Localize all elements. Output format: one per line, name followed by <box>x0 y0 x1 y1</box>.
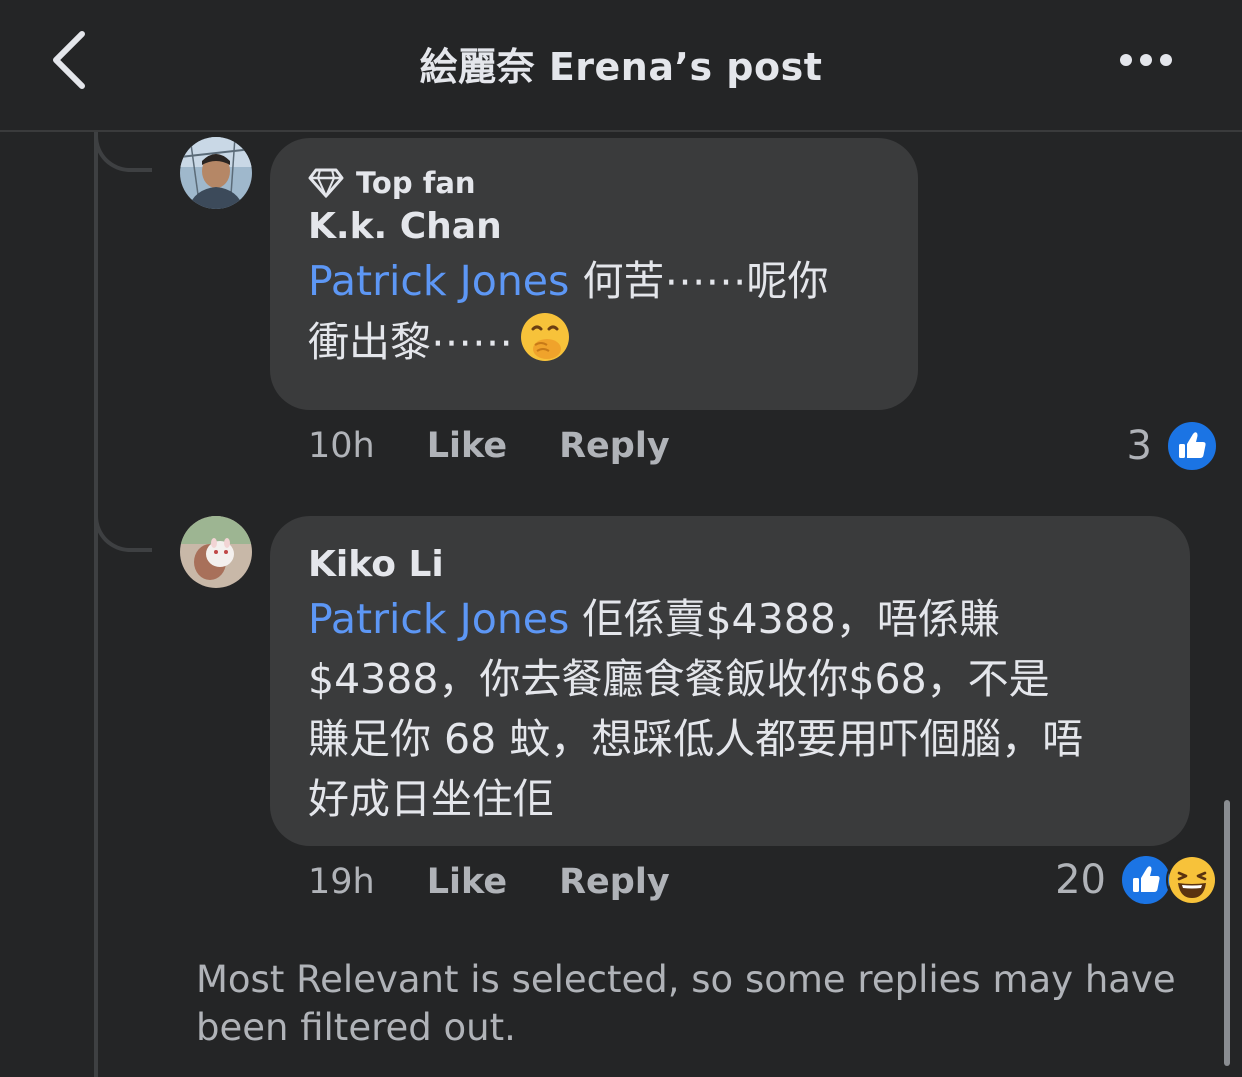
top-fan-badge: Top fan <box>308 166 882 200</box>
comment-text-line: $4388，你去餐廳食餐飯收你$68，不是 <box>308 655 1050 703</box>
mention-link[interactable]: Patrick Jones <box>308 257 569 305</box>
comment-time[interactable]: 10h <box>308 426 375 466</box>
comment-meta: 19h Like Reply <box>308 862 670 902</box>
thumbs-up-icon <box>1120 854 1172 906</box>
comment-text-line: 賺足你 68 蚊，想踩低人都要用吓個腦，唔 <box>308 715 1084 763</box>
laughing-face-icon <box>1166 854 1218 906</box>
diamond-icon <box>308 168 344 198</box>
reply-button[interactable]: Reply <box>559 862 670 902</box>
like-button[interactable]: Like <box>427 426 507 466</box>
reaction-count: 3 <box>1126 423 1152 469</box>
reaction-count: 20 <box>1055 857 1106 903</box>
more-horizontal-icon[interactable] <box>1118 52 1174 68</box>
thread-connector <box>94 480 152 552</box>
comment-time[interactable]: 19h <box>308 862 375 902</box>
thumbs-up-icon <box>1166 420 1218 472</box>
mention-link[interactable]: Patrick Jones <box>308 595 569 643</box>
avatar[interactable] <box>180 516 252 588</box>
filter-note: Most Relevant is selected, so some repli… <box>196 958 1176 1049</box>
thread-line <box>94 132 98 1077</box>
scrollbar[interactable] <box>1224 800 1230 1066</box>
comment-bubble[interactable]: Kiko Li Patrick Jones 佢係賣$4388，唔係賺 $4388… <box>270 516 1190 846</box>
comment-meta: 10h Like Reply <box>308 426 670 466</box>
page-title: 絵麗奈 Erena’s post <box>419 45 823 89</box>
reply-button[interactable]: Reply <box>559 426 670 466</box>
reaction-summary[interactable]: 20 <box>1055 854 1218 906</box>
badge-label: Top fan <box>356 166 476 200</box>
comment-text-line: 何苦⋯⋯呢你 <box>569 257 829 305</box>
thread-connector <box>94 132 152 172</box>
comment-text: Patrick Jones 佢係賣$4388，唔係賺 $4388，你去餐廳食餐飯… <box>308 589 1154 829</box>
comment-text-line: 衝出黎⋯⋯ <box>308 318 513 366</box>
comment-author[interactable]: Kiko Li <box>308 544 1154 585</box>
comment-bubble[interactable]: Top fan K.k. Chan Patrick Jones 何苦⋯⋯呢你 衝… <box>270 138 918 410</box>
comment-text-line: 佢係賣$4388，唔係賺 <box>569 595 1000 643</box>
comment-author[interactable]: K.k. Chan <box>308 206 882 247</box>
reaction-summary[interactable]: 3 <box>1127 420 1218 472</box>
comment-text: Patrick Jones 何苦⋯⋯呢你 衝出黎⋯⋯ <box>308 251 882 379</box>
like-button[interactable]: Like <box>427 862 507 902</box>
comment-text-line: 好成日坐住佢 <box>308 775 554 823</box>
face-with-hand-over-mouth-icon <box>519 311 571 379</box>
avatar[interactable] <box>180 137 252 209</box>
app-header: 絵麗奈 Erena’s post <box>0 0 1242 132</box>
